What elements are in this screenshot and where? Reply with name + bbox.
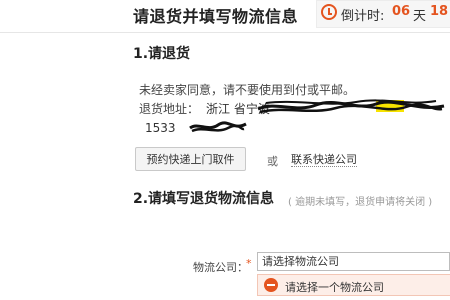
deadline-hint: ( 逾期未填写，退货申请将关闭 ) <box>288 197 433 208</box>
countdown-timer: 倒计时: 06 天 18 时 <box>316 0 450 28</box>
logistics-company-select[interactable]: 请选择物流公司 <box>257 252 450 271</box>
return-phone-value: 1533 <box>145 121 176 135</box>
contact-courier-link[interactable]: 联系快递公司 <box>291 153 357 167</box>
or-separator: 或 <box>267 155 278 168</box>
error-message: 请选择一个物流公司 <box>285 281 384 294</box>
address-redaction-scribble <box>257 99 445 114</box>
payment-notice: 未经卖家同意，请不要使用到付或平邮。 <box>139 83 356 97</box>
step2-title: 2.请填写退货物流信息 <box>133 191 275 207</box>
countdown-label: 倒计时: <box>341 9 385 24</box>
countdown-days-unit: 天 <box>413 9 427 24</box>
page-title: 请退货并填写物流信息 <box>133 7 299 26</box>
countdown-days: 06 <box>392 4 411 19</box>
countdown-hours: 18 <box>430 4 449 19</box>
validation-error: 请选择一个物流公司 <box>257 274 450 296</box>
error-minus-icon <box>264 278 278 292</box>
required-indicator: * <box>246 257 252 270</box>
step1-title: 1.请退货 <box>133 46 191 62</box>
schedule-pickup-button[interactable]: 预约快递上门取件 <box>135 147 246 171</box>
return-address-label: 退货地址： <box>139 102 200 116</box>
logistics-company-label: 物流公司： <box>193 261 248 274</box>
clock-icon <box>321 4 337 20</box>
page-header: 请退货并填写物流信息 倒计时: 06 天 18 时 <box>0 0 450 33</box>
phone-redaction-scribble <box>189 121 247 133</box>
